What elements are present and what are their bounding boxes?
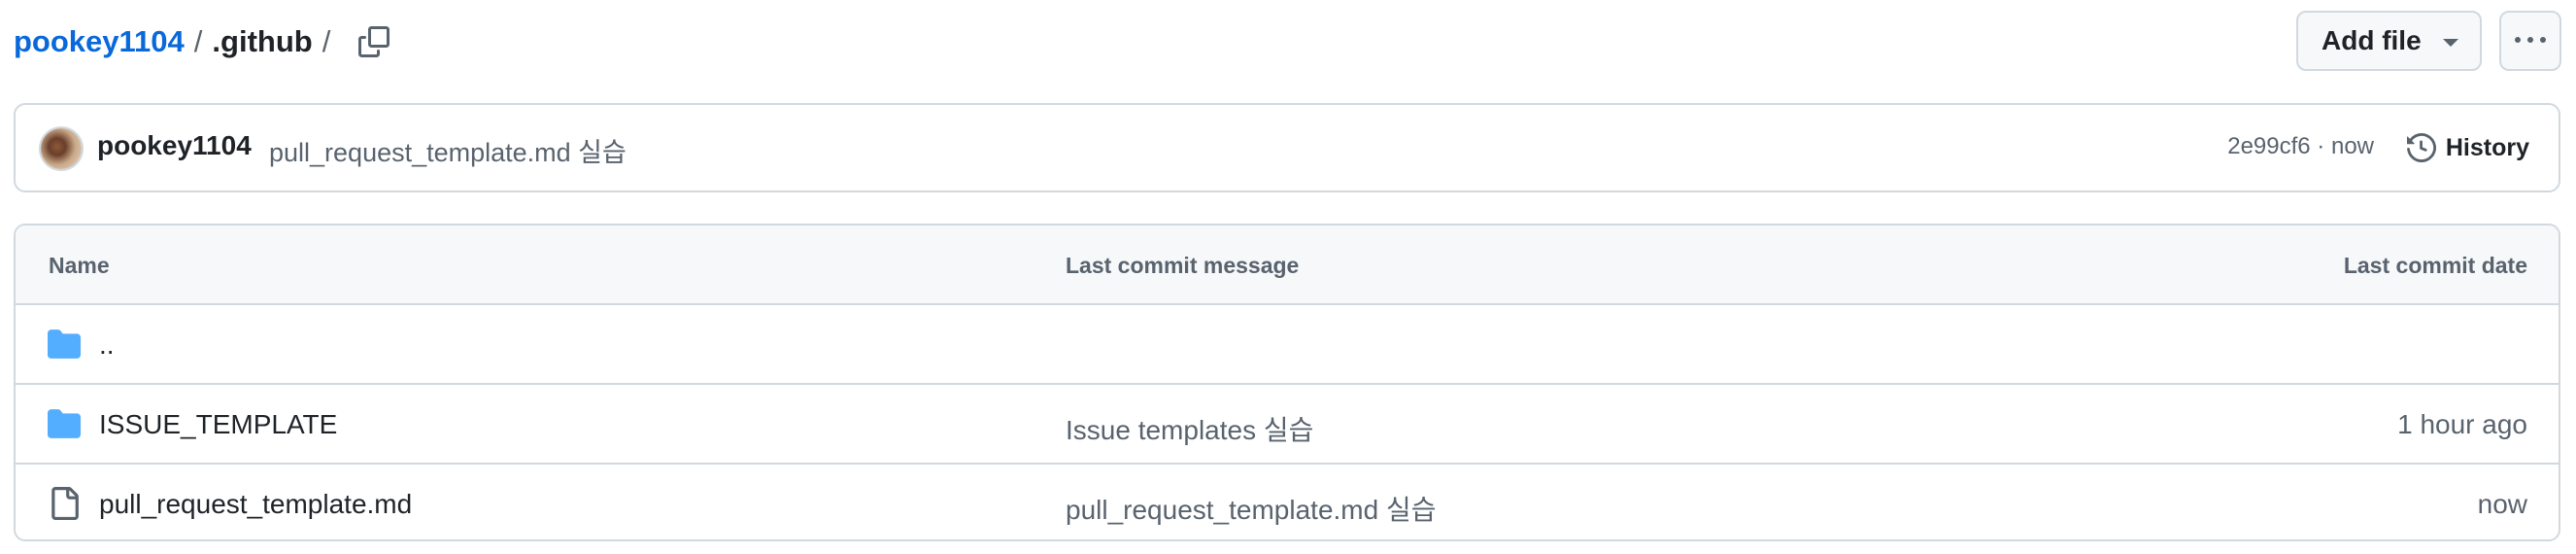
top-bar: pookey1104 / .github / Add file <box>0 0 2576 84</box>
copy-icon <box>358 26 390 57</box>
triangle-down-icon <box>2443 39 2458 47</box>
table-row-commit-message[interactable]: Issue templates 실습 <box>1066 409 1313 448</box>
history-button[interactable]: History <box>2406 124 2529 171</box>
folder-icon <box>48 329 81 359</box>
history-icon <box>2406 133 2436 162</box>
breadcrumb-repo-link[interactable]: pookey1104 <box>14 24 185 59</box>
column-header-last-commit-message: Last commit message <box>1066 253 1300 278</box>
file-icon <box>51 487 79 520</box>
kebab-horizontal-icon <box>2515 37 2546 43</box>
breadcrumb-current-directory: .github <box>212 24 313 58</box>
add-file-label: Add file <box>2322 25 2422 55</box>
history-label: History <box>2445 133 2529 161</box>
table-row-parent-directory[interactable]: .. <box>16 305 2559 385</box>
table-header: Name Last commit message Last commit dat… <box>16 225 2559 305</box>
table-row-commit-message[interactable]: pull_request_template.md 실습 <box>1066 489 1437 528</box>
commit-sha-link[interactable]: 2e99cf6 <box>2227 133 2310 159</box>
commit-meta-separator: · <box>2317 133 2325 159</box>
table-row-name[interactable]: .. <box>99 329 115 361</box>
more-options-button[interactable] <box>2499 11 2561 71</box>
commit-meta: 2e99cf6 · now <box>2227 133 2374 160</box>
commit-message-link[interactable]: pull_request_template.md 실습 <box>269 131 627 169</box>
latest-commit-box: pookey1104 pull_request_template.md 실습 2… <box>14 103 2560 192</box>
table-row-commit-date: now <box>2477 489 2527 519</box>
column-header-last-commit-date: Last commit date <box>2343 253 2527 278</box>
commit-author-link[interactable]: pookey1104 <box>97 130 252 161</box>
table-row-name[interactable]: ISSUE_TEMPLATE <box>99 409 337 440</box>
file-table: Name Last commit message Last commit dat… <box>14 224 2560 541</box>
table-row: ISSUE_TEMPLATE Issue templates 실습 1 hour… <box>16 385 2559 465</box>
folder-icon <box>48 409 81 438</box>
table-row-name[interactable]: pull_request_template.md <box>99 489 412 520</box>
breadcrumb-separator: / <box>322 24 331 58</box>
add-file-button[interactable]: Add file <box>2296 11 2482 71</box>
table-row: pull_request_template.md pull_request_te… <box>16 465 2559 539</box>
commit-time: now <box>2330 133 2374 159</box>
copy-path-button[interactable] <box>352 19 396 64</box>
breadcrumb-separator: / <box>193 24 203 58</box>
table-row-commit-date: 1 hour ago <box>2397 409 2527 439</box>
avatar[interactable] <box>41 128 82 169</box>
column-header-name: Name <box>49 253 110 278</box>
breadcrumb: pookey1104 / .github / <box>14 17 396 66</box>
